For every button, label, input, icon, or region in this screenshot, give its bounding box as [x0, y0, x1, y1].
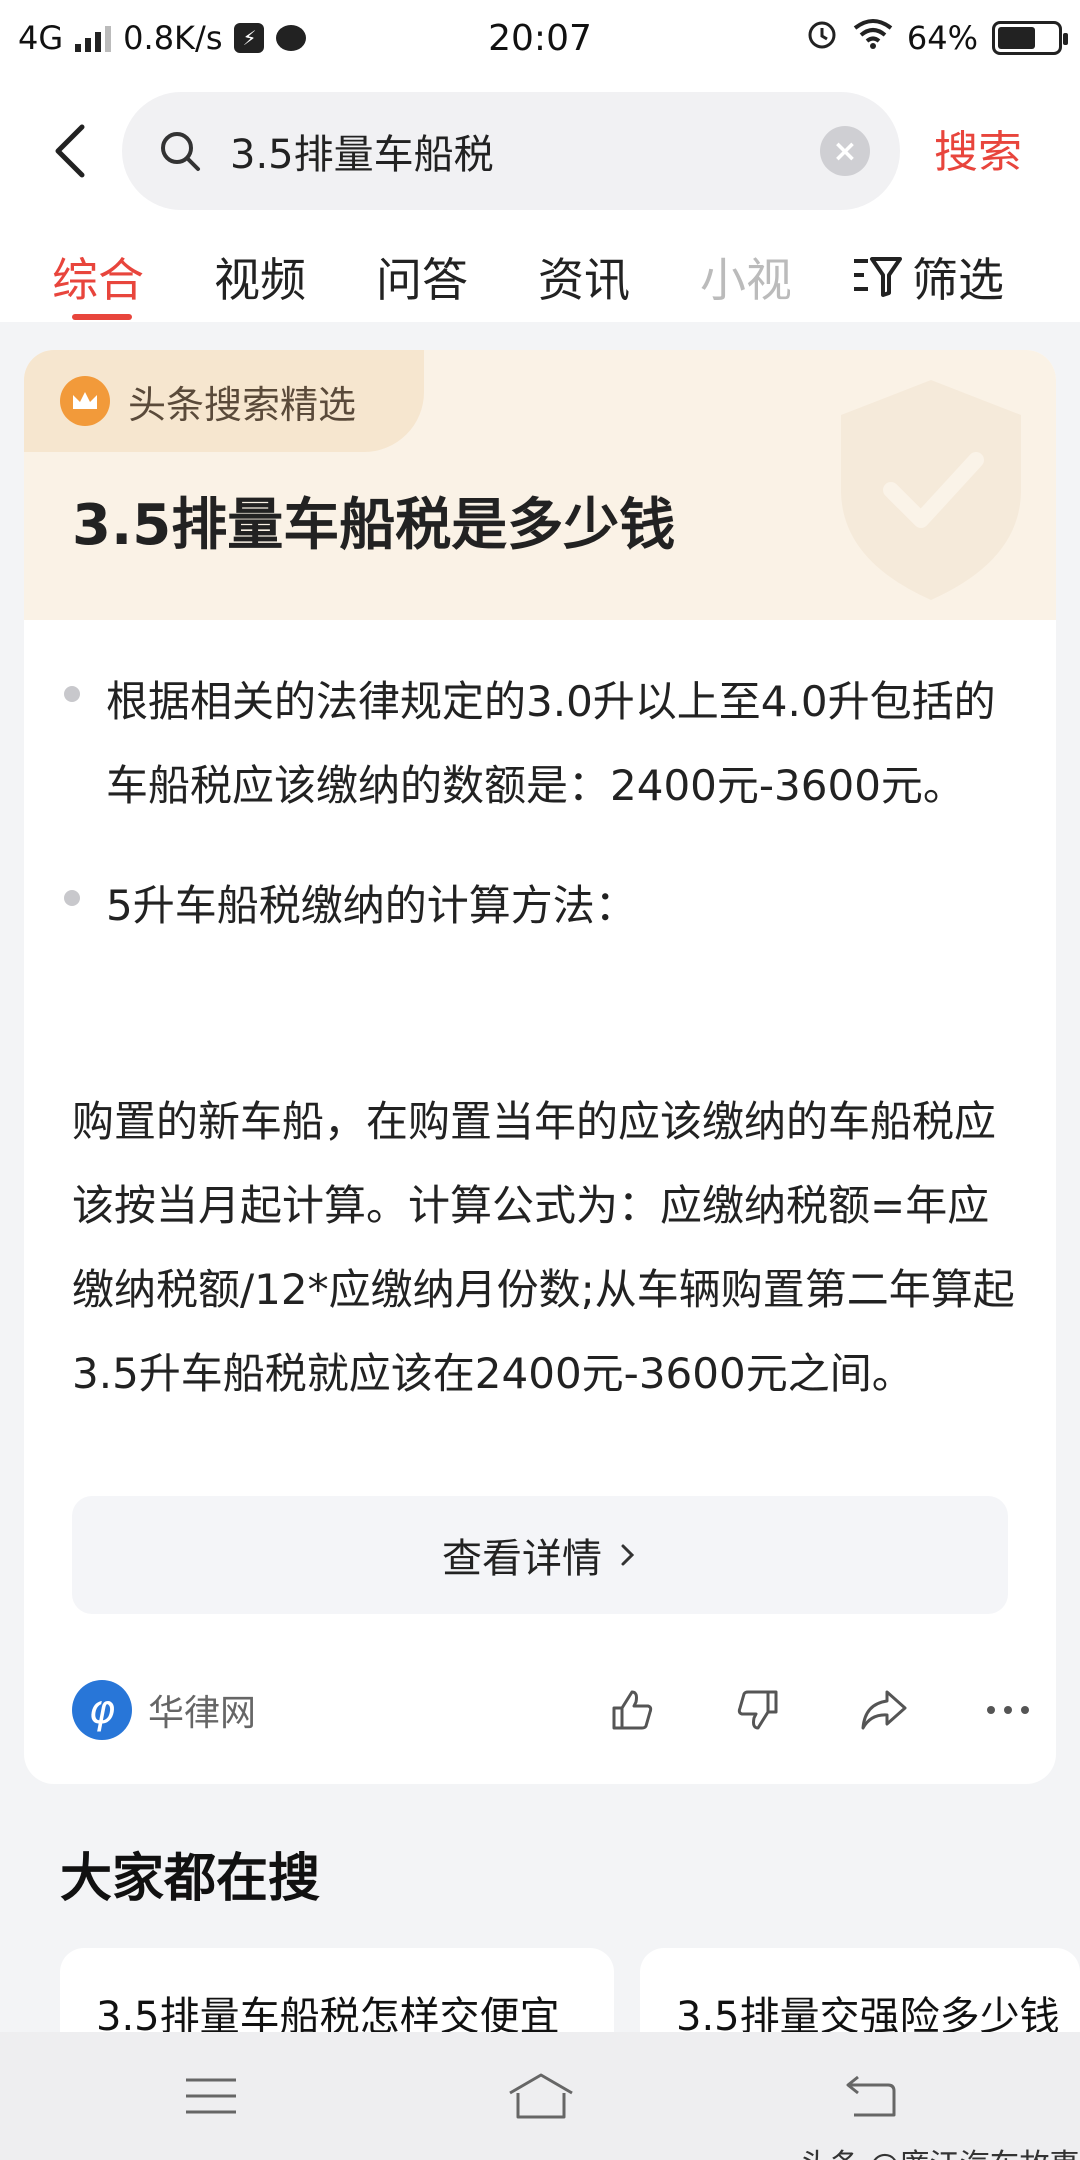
tab-news[interactable]: 资讯	[538, 244, 630, 310]
tab-active-indicator	[72, 314, 132, 320]
signal-icon	[75, 24, 112, 52]
flash-icon: ⚡	[234, 23, 265, 53]
answer-paragraph: 购置的新车船，在购置当年的应该缴纳的车船税应该按当月起计算。计算公式为：应缴纳税…	[72, 1097, 1015, 1398]
share-icon[interactable]	[854, 1680, 914, 1740]
source-name[interactable]: 华律网	[148, 1684, 256, 1736]
back-button[interactable]	[40, 116, 100, 186]
search-icon	[152, 123, 208, 179]
filter-label: 筛选	[912, 253, 1004, 307]
source-row: φ 华律网	[72, 1680, 1032, 1740]
thumbs-down-icon[interactable]	[728, 1680, 788, 1740]
bullet-text: 根据相关的法律规定的3.0升以上至4.0升包括的车船税应该缴纳的数额是：2400…	[106, 677, 996, 810]
tab-qa[interactable]: 问答	[376, 244, 468, 310]
tab-video[interactable]: 视频	[214, 244, 306, 310]
battery-icon	[992, 21, 1068, 55]
answer-bullets: 根据相关的法律规定的3.0升以上至4.0升包括的车船税应该缴纳的数额是：2400…	[64, 660, 1024, 984]
search-input[interactable]: 3.5排量车船税	[230, 122, 820, 180]
list-item: 根据相关的法律规定的3.0升以上至4.0升包括的车船税应该缴纳的数额是：2400…	[64, 660, 1024, 828]
home-icon[interactable]	[506, 2066, 576, 2126]
view-details-label: 查看详情	[442, 1536, 602, 1582]
card-header: 头条搜索精选 3.5排量车船税是多少钱	[24, 350, 1056, 620]
battery-fill	[998, 27, 1036, 49]
bullet-dot	[64, 890, 80, 906]
network-speed: 0.8K/s	[123, 19, 223, 57]
list-item: 5升车船税缴纳的计算方法：	[64, 864, 1024, 948]
featured-answer-card: 头条搜索精选 3.5排量车船税是多少钱 根据相关的法律规定的3.0升以上至4.0…	[24, 350, 1056, 1784]
menu-icon[interactable]	[176, 2066, 246, 2126]
badge-label: 头条搜索精选	[128, 382, 357, 427]
clear-icon[interactable]: ×	[820, 126, 870, 176]
thumbs-up-icon[interactable]	[602, 1680, 662, 1740]
bullet-dot	[64, 686, 80, 702]
filter-icon	[854, 257, 902, 297]
search-header: 3.5排量车船税 × 搜索 综合 视频 问答 资讯 小视 筛选	[0, 76, 1080, 322]
view-details-button[interactable]: 查看详情	[72, 1496, 1008, 1614]
status-bar: 4G 0.8K/s ⚡ 20:07 64%	[0, 0, 1080, 76]
related-searches-title: 大家都在搜	[60, 1849, 321, 1909]
back-nav-icon[interactable]	[836, 2066, 906, 2126]
filter-button[interactable]: 筛选	[852, 244, 1004, 310]
source-logo[interactable]: φ	[72, 1680, 132, 1740]
watermark: 头条 @廉江汽车故事	[800, 2140, 1080, 2160]
chat-icon	[276, 25, 307, 51]
tab-bar: 综合 视频 问答 资讯 小视 筛选	[0, 226, 1080, 322]
search-button[interactable]: 搜索	[934, 116, 1022, 180]
shield-check-icon	[841, 380, 1021, 600]
chevron-right-icon	[621, 1544, 635, 1566]
battery-percent: 64%	[906, 19, 978, 57]
tab-short-video[interactable]: 小视	[700, 244, 790, 310]
search-box[interactable]: 3.5排量车船税 ×	[122, 92, 900, 210]
wifi-icon	[853, 18, 893, 58]
alarm-icon	[805, 17, 839, 59]
chevron-left-icon	[55, 124, 85, 178]
answer-title: 3.5排量车船税是多少钱	[72, 493, 676, 558]
more-icon[interactable]	[978, 1680, 1038, 1740]
tab-all[interactable]: 综合	[52, 244, 144, 310]
crown-icon	[60, 376, 110, 426]
bullet-text: 5升车船税缴纳的计算方法：	[106, 881, 637, 930]
clock: 20:07	[488, 17, 592, 59]
network-type: 4G	[18, 19, 64, 57]
featured-badge: 头条搜索精选	[24, 350, 424, 452]
